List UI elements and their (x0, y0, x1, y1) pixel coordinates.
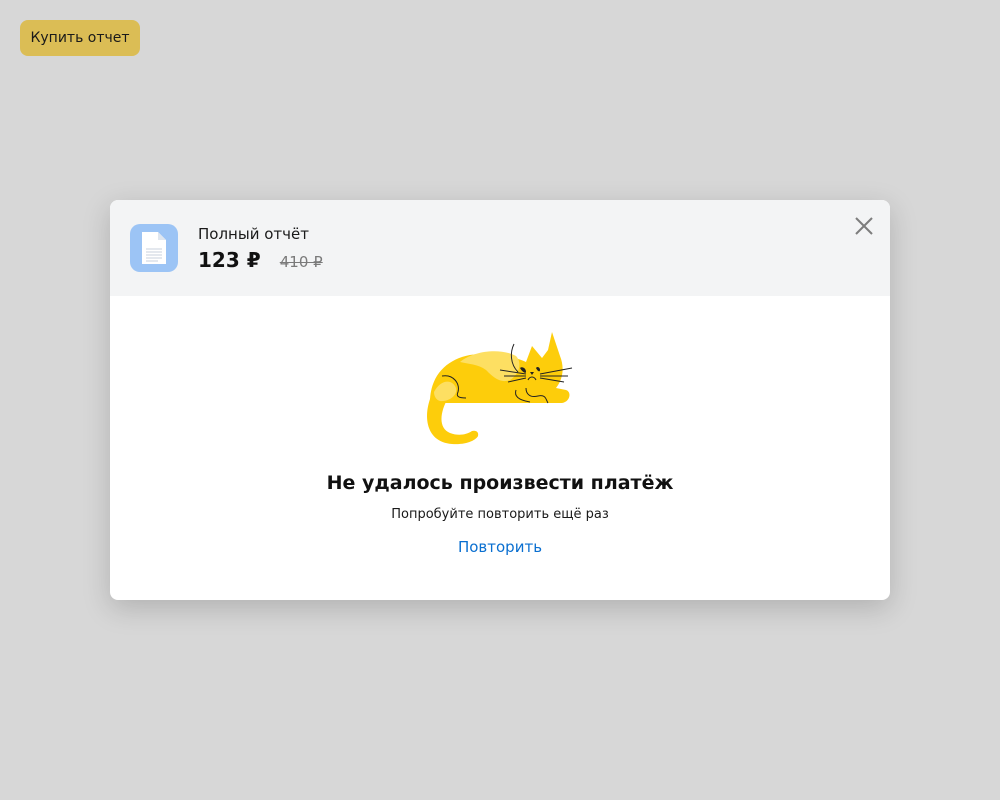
error-title: Не удалось произвести платёж (326, 472, 674, 494)
error-subtitle: Попробуйте повторить ещё раз (391, 507, 609, 522)
document-icon (130, 224, 178, 272)
current-price: 123 ₽ (198, 248, 261, 272)
price-row: 123 ₽ 410 ₽ (198, 248, 323, 272)
payment-modal: Полный отчёт 123 ₽ 410 ₽ Не удалось прои… (110, 200, 890, 600)
buy-report-button[interactable]: Купить отчет (20, 20, 140, 56)
retry-link[interactable]: Повторить (400, 538, 600, 556)
modal-body: Не удалось произвести платёж Попробуйте … (110, 296, 890, 600)
product-title: Полный отчёт (198, 225, 309, 243)
modal-header: Полный отчёт 123 ₽ 410 ₽ (110, 200, 890, 296)
cat-illustration (422, 332, 578, 452)
page: Купить отчет Полный отчёт 123 ₽ 410 ₽ Не… (0, 0, 1000, 800)
old-price: 410 ₽ (279, 253, 323, 271)
close-icon[interactable] (850, 212, 878, 240)
